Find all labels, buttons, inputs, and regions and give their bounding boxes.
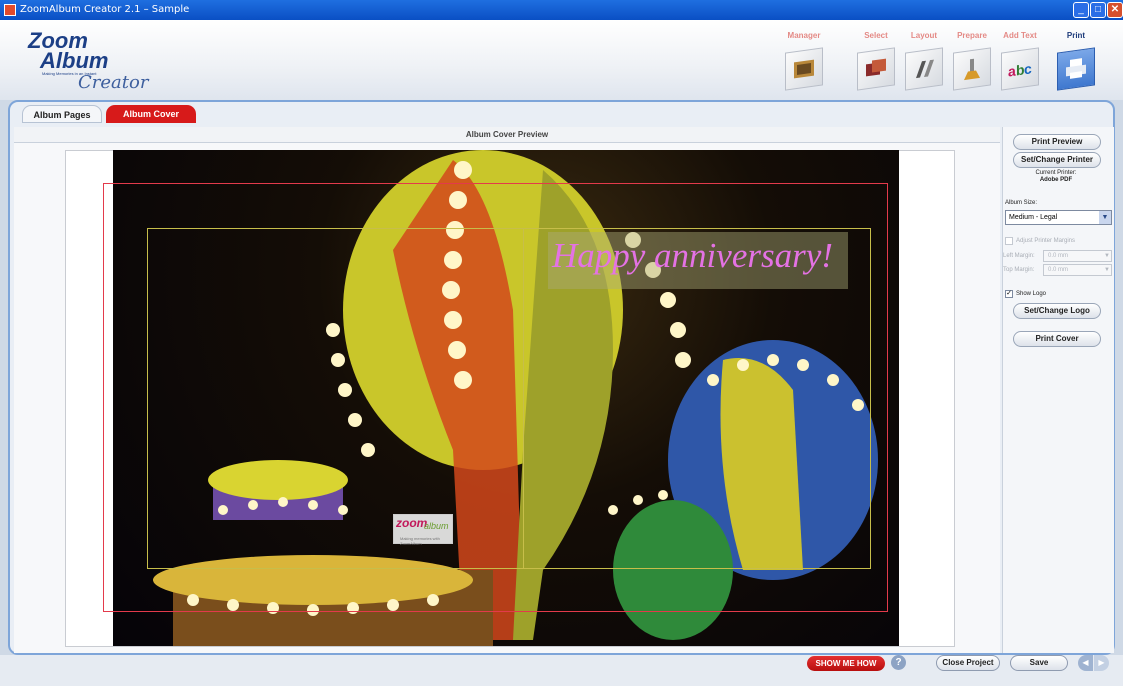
select-icon bbox=[857, 47, 895, 91]
step-add-text[interactable]: Add Text abc bbox=[994, 30, 1046, 102]
step-label: Manager bbox=[787, 31, 821, 40]
left-margin-select[interactable]: 0.0 mm ▼ bbox=[1043, 250, 1112, 262]
svg-text:a: a bbox=[1008, 63, 1016, 80]
step-label: Prepare bbox=[957, 31, 987, 40]
tab-album-cover[interactable]: Album Cover bbox=[106, 105, 196, 123]
current-printer-value: Adobe PDF bbox=[1039, 177, 1073, 183]
window-title: ZoomAlbum Creator 2.1 – Sample bbox=[20, 4, 190, 15]
top-margin-select[interactable]: 0.0 mm ▼ bbox=[1043, 264, 1112, 276]
cover-logo-album: album bbox=[424, 521, 449, 531]
svg-text:c: c bbox=[1024, 60, 1032, 77]
album-size-label: Album Size: bbox=[1005, 200, 1038, 206]
tab-album-pages[interactable]: Album Pages bbox=[22, 105, 102, 123]
step-label: Select bbox=[864, 31, 888, 40]
save-button[interactable]: Save bbox=[1010, 655, 1068, 671]
prepare-icon bbox=[953, 47, 991, 91]
album-size-value: Medium - Legal bbox=[1009, 214, 1058, 221]
step-manager[interactable]: Manager bbox=[778, 30, 830, 102]
show-logo-label: Show Logo bbox=[1016, 291, 1047, 297]
help-icon[interactable]: ? bbox=[891, 655, 906, 670]
top-margin-label: Top Margin: bbox=[1003, 267, 1035, 273]
album-size-select[interactable]: Medium - Legal ▼ bbox=[1005, 210, 1112, 225]
close-project-button[interactable]: Close Project bbox=[936, 655, 1000, 671]
cover-logo[interactable]: zoom album Making memories with ZoomAlbu… bbox=[393, 514, 453, 546]
step-label: Print bbox=[1066, 31, 1086, 40]
minimize-button[interactable]: _ bbox=[1073, 2, 1089, 18]
left-margin-value: 0.0 mm bbox=[1048, 253, 1069, 259]
step-label: Add Text bbox=[1003, 31, 1037, 40]
tab-bar: Album Pages Album Cover bbox=[8, 100, 1115, 124]
add-text-icon: abc bbox=[1001, 47, 1039, 91]
top-margin-value: 0.0 mm bbox=[1048, 267, 1069, 273]
cover-logo-zoom: zoom bbox=[396, 516, 428, 530]
print-cover-button[interactable]: Print Cover bbox=[1013, 331, 1101, 347]
step-select[interactable]: Select bbox=[850, 30, 902, 102]
maximize-button[interactable]: □ bbox=[1090, 2, 1106, 18]
step-prepare[interactable]: Prepare bbox=[946, 30, 998, 102]
cover-caption[interactable]: Happy anniversary! bbox=[552, 232, 848, 282]
current-printer-label: Current Printer: bbox=[1035, 170, 1077, 176]
print-icon bbox=[1057, 47, 1095, 91]
set-change-logo-button[interactable]: Set/Change Logo bbox=[1013, 303, 1101, 319]
adjust-margins-label: Adjust Printer Margins bbox=[1016, 238, 1076, 244]
step-layout[interactable]: Layout bbox=[898, 30, 950, 102]
close-window-button[interactable]: ✕ bbox=[1107, 2, 1123, 18]
print-preview-button[interactable]: Print Preview bbox=[1013, 134, 1101, 150]
cover-spine-line bbox=[523, 228, 524, 569]
logo-creator: Creator bbox=[78, 72, 149, 93]
chevron-down-icon: ▼ bbox=[1104, 267, 1110, 273]
cover-logo-tagline: Making memories with ZoomAlbum bbox=[400, 536, 440, 546]
chevron-down-icon: ▼ bbox=[1104, 253, 1110, 259]
chevron-down-icon: ▼ bbox=[1099, 211, 1111, 224]
preview-title: Album Cover Preview bbox=[14, 127, 1000, 143]
layout-icon bbox=[905, 47, 943, 91]
prev-arrow-icon[interactable]: ◀ bbox=[1078, 655, 1093, 671]
step-label: Layout bbox=[910, 31, 938, 40]
app-logo: Zoom Album Making Memories in an Instant… bbox=[28, 28, 158, 98]
app-header: Zoom Album Making Memories in an Instant… bbox=[0, 20, 1123, 100]
set-change-printer-button[interactable]: Set/Change Printer bbox=[1013, 152, 1101, 168]
step-print[interactable]: Print bbox=[1050, 30, 1102, 102]
show-logo-checkbox[interactable]: ✓ bbox=[1005, 290, 1013, 298]
left-margin-label: Left Margin: bbox=[1003, 253, 1035, 259]
adjust-margins-checkbox[interactable] bbox=[1005, 237, 1013, 245]
show-me-how-button[interactable]: SHOW ME HOW bbox=[807, 656, 885, 671]
app-icon bbox=[4, 4, 16, 16]
manager-icon bbox=[785, 47, 823, 91]
title-bar: ZoomAlbum Creator 2.1 – Sample _ □ ✕ bbox=[0, 0, 1123, 20]
